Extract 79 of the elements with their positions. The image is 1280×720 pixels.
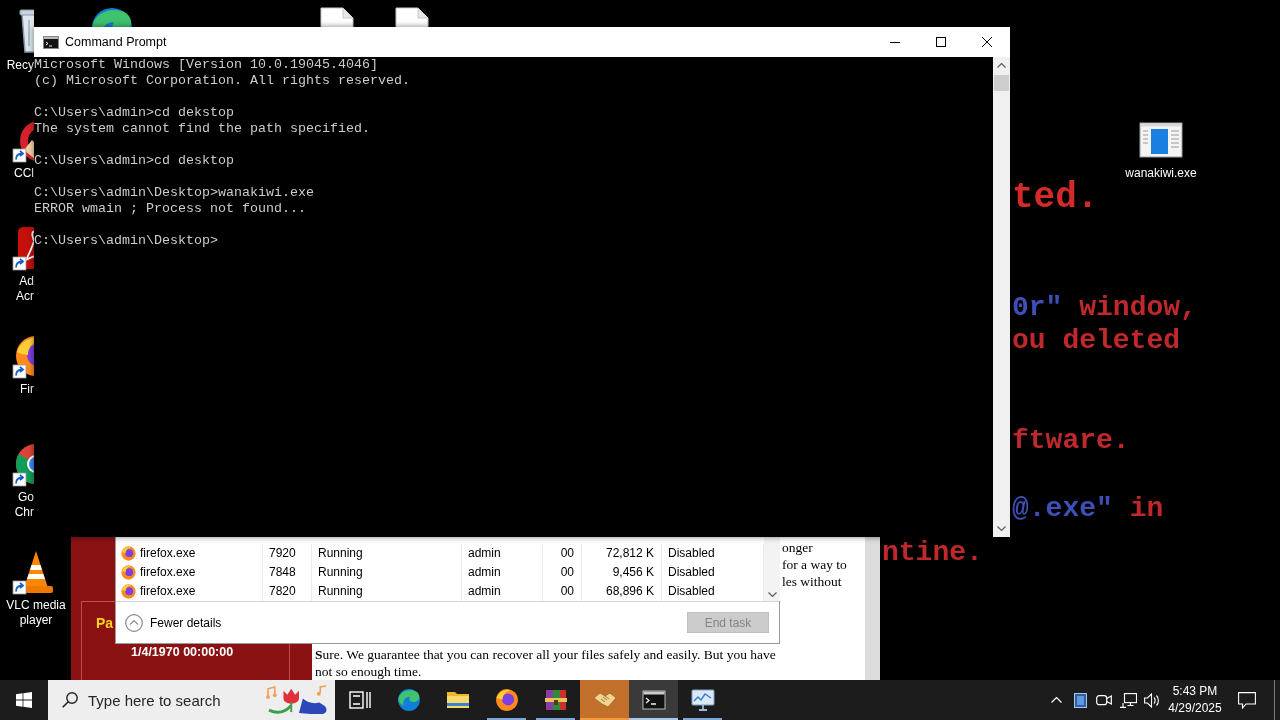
icon-label: CCl xyxy=(14,166,34,181)
console-line: C:\Users\admin\Desktop>wanakiwi.exe xyxy=(34,185,315,201)
wallpaper-text: ted. xyxy=(1012,178,1099,218)
fox-browser-icon xyxy=(494,688,519,712)
table-cell: 00 xyxy=(543,544,582,563)
chevron-down-icon[interactable] xyxy=(997,526,1006,531)
wallpaper-text: ntine. xyxy=(882,539,983,567)
clock-button[interactable]: 5:43 PM 4/29/2025 xyxy=(1164,680,1226,720)
search-icon xyxy=(62,692,78,708)
icon-label: Ad Acr xyxy=(16,274,34,304)
network-icon[interactable] xyxy=(1119,692,1137,708)
icon-label: VLC media player xyxy=(6,598,66,628)
message-text: Sure. We guarantee that you can recover all your files safely and easily. But you have xyxy=(315,646,776,663)
monitor-chart-icon xyxy=(690,688,715,712)
fewer-details-button[interactable]: Fewer details xyxy=(125,613,222,632)
book-stack-icon xyxy=(543,688,568,712)
window-title: Command Prompt xyxy=(65,35,167,49)
video-camera-icon[interactable] xyxy=(1096,693,1112,707)
table-cell: 7820 xyxy=(263,582,312,601)
wallpaper-text: @.exe" in xyxy=(1012,495,1164,523)
timer-label: Pa xyxy=(96,615,114,632)
table-cell: admin xyxy=(462,544,543,563)
table-cell: 00 xyxy=(543,582,582,601)
minimize-icon xyxy=(890,41,900,43)
maximize-icon xyxy=(936,37,946,47)
app-window-icon[interactable] xyxy=(1073,692,1087,708)
table-cell: 7920 xyxy=(263,544,312,563)
console-line: (c) Microsoft Corporation. All rights reserved. xyxy=(34,73,411,89)
console-line: The system cannot find the path specified. xyxy=(34,121,371,137)
scrollbar[interactable] xyxy=(764,537,780,601)
notification-icon[interactable] xyxy=(1238,691,1256,709)
wallpaper-text: ou deleted xyxy=(1012,327,1181,355)
task-view-icon[interactable] xyxy=(347,688,372,712)
wallpaper-text: ftware. xyxy=(1012,427,1130,455)
table-cell: Running xyxy=(312,563,462,582)
table-cell: admin xyxy=(462,563,543,582)
table-cell: Running xyxy=(312,582,462,601)
table-cell-text: firefox.exe xyxy=(140,545,196,562)
close-icon xyxy=(982,37,992,47)
timer-date: 1/4/1970 00:00:00 xyxy=(131,644,234,660)
table-cell-text: firefox.exe xyxy=(140,564,196,581)
terminal-icon xyxy=(43,35,59,49)
search-field[interactable]: Type here to search xyxy=(48,680,335,720)
table-cell: 68,896 K xyxy=(582,582,662,601)
table-cell: Running xyxy=(312,544,462,563)
console-line: C:\Users\admin>cd dekstop xyxy=(34,105,235,121)
search-input[interactable]: Type here to search xyxy=(88,690,265,710)
icon-label: Go Chr xyxy=(14,490,34,520)
scrollbar[interactable] xyxy=(865,537,880,680)
message-text: for a way to xyxy=(782,556,847,573)
table-cell: 7848 xyxy=(263,563,312,582)
console-line: C:\Users\admin>cd desktop xyxy=(34,153,235,169)
table-cell: 72,812 K xyxy=(582,544,662,563)
console-line: ERROR wmain ; Process not found... xyxy=(34,201,307,217)
message-text: onger xyxy=(782,539,813,556)
console-line: Microsoft Windows [Version 10.0.19045.4046] xyxy=(34,57,379,73)
chevron-up-circle-icon xyxy=(125,613,143,632)
fox-browser-icon xyxy=(121,546,136,561)
terminal-icon xyxy=(641,688,666,712)
icon-label: Recy xyxy=(6,58,34,73)
taskbar-button[interactable] xyxy=(629,680,678,720)
table-cell: 00 xyxy=(543,563,582,582)
table-cell: admin xyxy=(462,582,543,601)
fox-browser-icon xyxy=(121,565,136,580)
icon-label: Fir xyxy=(20,382,34,397)
swirl-browser-icon[interactable] xyxy=(396,688,421,712)
chevron-down-icon[interactable] xyxy=(767,592,777,597)
scrollbar[interactable] xyxy=(993,57,1010,537)
console-line: C:\Users\admin\Desktop> xyxy=(34,233,219,249)
volume-icon[interactable] xyxy=(1143,692,1161,708)
message-text: les without xyxy=(782,573,842,590)
windows-logo-icon[interactable] xyxy=(16,692,32,708)
table-cell-text: firefox.exe xyxy=(140,583,196,600)
scrollbar-thumb[interactable] xyxy=(994,75,1009,91)
wallpaper-text: 0r" window, xyxy=(1012,294,1197,322)
message-text: not so enough time. xyxy=(315,663,422,680)
table-cell: 9,456 K xyxy=(582,563,662,582)
fox-browser-icon xyxy=(121,584,136,599)
icon-label: wanakiwi.exe xyxy=(1125,166,1197,181)
